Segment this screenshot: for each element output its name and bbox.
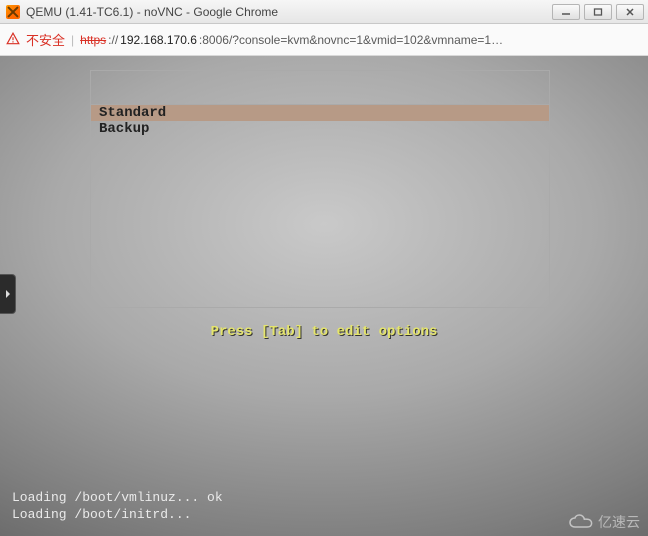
boot-item-standard[interactable]: Standard bbox=[91, 105, 549, 121]
close-button[interactable] bbox=[616, 4, 644, 20]
boot-menu-list: Standard Backup bbox=[91, 105, 549, 137]
boot-menu-header bbox=[91, 71, 549, 105]
boot-log-line: Loading /boot/initrd... bbox=[12, 507, 191, 522]
url-field[interactable]: https://192.168.170.6:8006/?console=kvm&… bbox=[80, 33, 642, 47]
not-secure-icon bbox=[6, 32, 20, 48]
boot-item-label: Backup bbox=[99, 121, 149, 137]
vnc-console[interactable]: Standard Backup Press [Tab] to edit opti… bbox=[0, 56, 648, 536]
boot-menu: Standard Backup bbox=[90, 70, 550, 308]
boot-item-label: Standard bbox=[99, 105, 166, 121]
url-host: 192.168.170.6 bbox=[120, 33, 197, 47]
maximize-button[interactable] bbox=[584, 4, 612, 20]
boot-item-backup[interactable]: Backup bbox=[91, 121, 549, 137]
window-controls bbox=[552, 4, 644, 20]
boot-log-line: Loading /boot/vmlinuz... ok bbox=[12, 490, 223, 505]
titlebar: QEMU (1.41-TC6.1) - noVNC - Google Chrom… bbox=[0, 0, 648, 24]
address-bar: 不安全 | https://192.168.170.6:8006/?consol… bbox=[0, 24, 648, 56]
boot-log: Loading /boot/vmlinuz... ok Loading /boo… bbox=[12, 490, 636, 524]
url-protocol: https bbox=[80, 33, 106, 47]
boot-hint: Press [Tab] to edit options bbox=[0, 324, 648, 340]
not-secure-label: 不安全 bbox=[26, 30, 65, 49]
addressbar-separator: | bbox=[71, 33, 74, 47]
qemu-app-icon bbox=[6, 5, 20, 19]
novnc-panel-handle[interactable] bbox=[0, 274, 16, 314]
minimize-button[interactable] bbox=[552, 4, 580, 20]
window: QEMU (1.41-TC6.1) - noVNC - Google Chrom… bbox=[0, 0, 648, 536]
url-path: :8006/?console=kvm&novnc=1&vmid=102&vmna… bbox=[199, 33, 642, 47]
window-title: QEMU (1.41-TC6.1) - noVNC - Google Chrom… bbox=[26, 5, 546, 19]
